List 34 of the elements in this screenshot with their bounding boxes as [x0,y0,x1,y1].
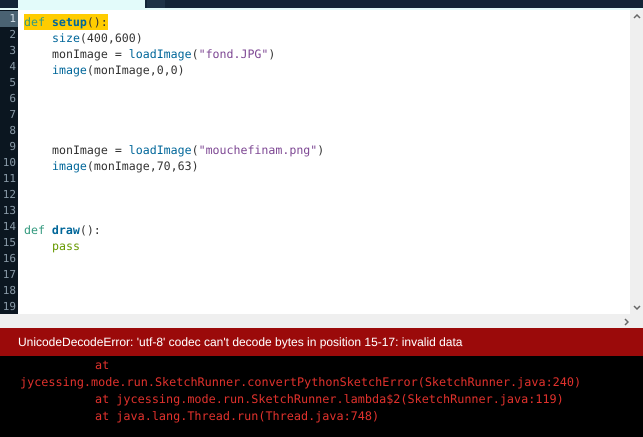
line-number: 4 [8,59,17,75]
console-line: at java.lang.Thread.run(Thread.java:748) [94,408,380,425]
code-line: monImage = loadImage("mouchefinam.png") [51,142,324,158]
line-number: 18 [2,283,17,299]
code-line: image(monImage,70,63) [51,158,199,174]
line-number: 7 [8,107,17,123]
line-number: 15 [2,235,17,251]
line-number: 19 [2,299,17,315]
code-line: pass [51,238,80,254]
code-line: image(monImage,0,0) [51,62,185,78]
line-number: 2 [8,27,17,43]
line-number: 10 [2,155,17,171]
console-line: at [94,357,110,374]
scroll-up-icon[interactable] [632,14,640,19]
console-line: at jycessing.mode.run.SketchRunner.lambda$2(SketchRunner.java:119) [94,391,564,408]
line-number: 8 [8,123,17,139]
console-line: jycessing.mode.run.SketchRunner.convertPythonSketchError(SketchRunner.java:240) [20,374,582,391]
line-number: 6 [8,91,17,107]
line-number: 12 [2,187,17,203]
line-number: 11 [2,171,17,187]
line-number: 5 [8,75,17,91]
error-message: UnicodeDecodeError: 'utf-8' codec can't decode bytes in position 15-17: invalid data [18,335,462,349]
line-number: 9 [8,139,17,155]
code-line: def draw(): [24,222,101,238]
scroll-right-icon[interactable] [624,318,629,326]
line-number: 13 [2,203,17,219]
line-number: 14 [2,219,17,235]
line-number: 3 [8,43,17,59]
scroll-down-icon[interactable] [632,305,640,310]
line-number: 16 [2,251,17,267]
line-number: 17 [2,267,17,283]
line-number: 1 [0,11,18,27]
code-line: monImage = loadImage("fond.JPG") [51,46,276,62]
code-line: size(400,600) [51,30,143,46]
